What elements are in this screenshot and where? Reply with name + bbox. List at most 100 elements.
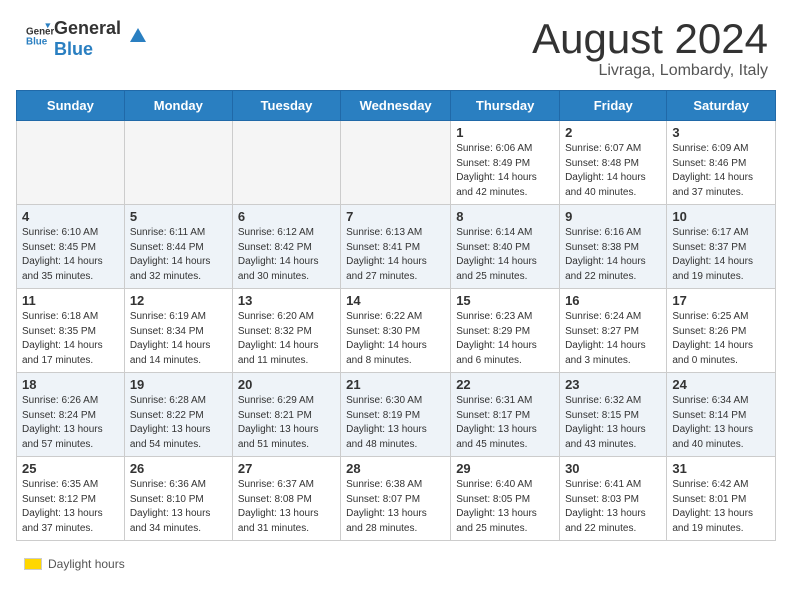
- day-number: 19: [130, 377, 227, 392]
- day-info: Sunrise: 6:22 AMSunset: 8:30 PMDaylight:…: [346, 310, 445, 368]
- calendar-day-cell: [232, 121, 340, 205]
- day-info: Sunrise: 6:13 AMSunset: 8:41 PMDaylight:…: [346, 226, 445, 284]
- day-number: 22: [456, 377, 554, 392]
- calendar-week-row: 18 Sunrise: 6:26 AMSunset: 8:24 PMDayligh…: [17, 373, 776, 457]
- day-info: Sunrise: 6:26 AMSunset: 8:24 PMDaylight:…: [22, 394, 119, 452]
- day-info: Sunrise: 6:17 AMSunset: 8:37 PMDaylight:…: [672, 226, 770, 284]
- calendar-header-row: SundayMondayTuesdayWednesdayThursdayFrid…: [17, 91, 776, 121]
- day-number: 29: [456, 461, 554, 476]
- day-number: 13: [238, 293, 335, 308]
- calendar-day-cell: [124, 121, 232, 205]
- day-info: Sunrise: 6:34 AMSunset: 8:14 PMDaylight:…: [672, 394, 770, 452]
- day-info: Sunrise: 6:40 AMSunset: 8:05 PMDaylight:…: [456, 478, 554, 536]
- svg-text:Blue: Blue: [26, 37, 48, 48]
- weekday-header-cell: Monday: [124, 91, 232, 121]
- day-number: 6: [238, 209, 335, 224]
- day-info: Sunrise: 6:06 AMSunset: 8:49 PMDaylight:…: [456, 142, 554, 200]
- calendar-day-cell: 8 Sunrise: 6:14 AMSunset: 8:40 PMDaylight…: [451, 205, 560, 289]
- day-number: 23: [565, 377, 661, 392]
- calendar-body: 1Sunrise: 6:06 AMSunset: 8:49 PMDaylight…: [17, 121, 776, 541]
- day-number: 21: [346, 377, 445, 392]
- calendar-week-row: 25Sunrise: 6:35 AMSunset: 8:12 PMDayligh…: [17, 457, 776, 541]
- calendar-day-cell: 2 Sunrise: 6:07 AMSunset: 8:48 PMDaylight…: [560, 121, 667, 205]
- calendar-day-cell: [341, 121, 451, 205]
- day-number: 4: [22, 209, 119, 224]
- calendar-day-cell: 28Sunrise: 6:38 AMSunset: 8:07 PMDayligh…: [341, 457, 451, 541]
- day-info: Sunrise: 6:16 AMSunset: 8:38 PMDaylight:…: [565, 226, 661, 284]
- day-info: Sunrise: 6:11 AMSunset: 8:44 PMDaylight:…: [130, 226, 227, 284]
- legend: Daylight hours: [0, 549, 792, 579]
- day-info: Sunrise: 6:37 AMSunset: 8:08 PMDaylight:…: [238, 478, 335, 536]
- day-number: 12: [130, 293, 227, 308]
- day-number: 16: [565, 293, 661, 308]
- day-number: 5: [130, 209, 227, 224]
- day-number: 11: [22, 293, 119, 308]
- calendar-day-cell: 14Sunrise: 6:22 AMSunset: 8:30 PMDayligh…: [341, 289, 451, 373]
- weekday-header-cell: Saturday: [667, 91, 776, 121]
- calendar-day-cell: 3Sunrise: 6:09 AMSunset: 8:46 PMDaylight…: [667, 121, 776, 205]
- calendar-day-cell: 16 Sunrise: 6:24 AMSunset: 8:27 PMDayligh…: [560, 289, 667, 373]
- calendar-day-cell: 9 Sunrise: 6:16 AMSunset: 8:38 PMDaylight…: [560, 205, 667, 289]
- calendar-day-cell: 25Sunrise: 6:35 AMSunset: 8:12 PMDayligh…: [17, 457, 125, 541]
- day-info: Sunrise: 6:12 AMSunset: 8:42 PMDaylight:…: [238, 226, 335, 284]
- day-info: Sunrise: 6:20 AMSunset: 8:32 PMDaylight:…: [238, 310, 335, 368]
- day-info: Sunrise: 6:24 AMSunset: 8:27 PMDaylight:…: [565, 310, 661, 368]
- legend-label: Daylight hours: [48, 557, 125, 571]
- day-info: Sunrise: 6:18 AMSunset: 8:35 PMDaylight:…: [22, 310, 119, 368]
- calendar-day-cell: 12 Sunrise: 6:19 AMSunset: 8:34 PMDayligh…: [124, 289, 232, 373]
- day-number: 8: [456, 209, 554, 224]
- day-info: Sunrise: 6:35 AMSunset: 8:12 PMDaylight:…: [22, 478, 119, 536]
- calendar-day-cell: 20 Sunrise: 6:29 AMSunset: 8:21 PMDayligh…: [232, 373, 340, 457]
- day-info: Sunrise: 6:41 AMSunset: 8:03 PMDaylight:…: [565, 478, 661, 536]
- month-title: August 2024: [532, 18, 768, 60]
- day-info: Sunrise: 6:36 AMSunset: 8:10 PMDaylight:…: [130, 478, 227, 536]
- calendar-day-cell: 10 Sunrise: 6:17 AMSunset: 8:37 PMDayligh…: [667, 205, 776, 289]
- day-info: Sunrise: 6:32 AMSunset: 8:15 PMDaylight:…: [565, 394, 661, 452]
- calendar-day-cell: 23 Sunrise: 6:32 AMSunset: 8:15 PMDayligh…: [560, 373, 667, 457]
- day-number: 24: [672, 377, 770, 392]
- weekday-header-cell: Wednesday: [341, 91, 451, 121]
- calendar-day-cell: 4 Sunrise: 6:10 AMSunset: 8:45 PMDaylight…: [17, 205, 125, 289]
- calendar-day-cell: 26Sunrise: 6:36 AMSunset: 8:10 PMDayligh…: [124, 457, 232, 541]
- day-info: Sunrise: 6:29 AMSunset: 8:21 PMDaylight:…: [238, 394, 335, 452]
- calendar-day-cell: 11 Sunrise: 6:18 AMSunset: 8:35 PMDayligh…: [17, 289, 125, 373]
- calendar-day-cell: [17, 121, 125, 205]
- day-number: 17: [672, 293, 770, 308]
- day-info: Sunrise: 6:10 AMSunset: 8:45 PMDaylight:…: [22, 226, 119, 284]
- day-number: 31: [672, 461, 770, 476]
- calendar-day-cell: 1Sunrise: 6:06 AMSunset: 8:49 PMDaylight…: [451, 121, 560, 205]
- calendar-table: SundayMondayTuesdayWednesdayThursdayFrid…: [16, 90, 776, 541]
- calendar-day-cell: 30 Sunrise: 6:41 AMSunset: 8:03 PMDayligh…: [560, 457, 667, 541]
- day-number: 20: [238, 377, 335, 392]
- calendar-wrapper: SundayMondayTuesdayWednesdayThursdayFrid…: [0, 90, 792, 549]
- weekday-header-cell: Tuesday: [232, 91, 340, 121]
- location: Livraga, Lombardy, Italy: [532, 62, 768, 80]
- day-number: 10: [672, 209, 770, 224]
- day-info: Sunrise: 6:28 AMSunset: 8:22 PMDaylight:…: [130, 394, 227, 452]
- day-info: Sunrise: 6:31 AMSunset: 8:17 PMDaylight:…: [456, 394, 554, 452]
- day-info: Sunrise: 6:14 AMSunset: 8:40 PMDaylight:…: [456, 226, 554, 284]
- day-number: 9: [565, 209, 661, 224]
- day-number: 27: [238, 461, 335, 476]
- calendar-day-cell: 5 Sunrise: 6:11 AMSunset: 8:44 PMDaylight…: [124, 205, 232, 289]
- calendar-week-row: 1Sunrise: 6:06 AMSunset: 8:49 PMDaylight…: [17, 121, 776, 205]
- legend-box: [24, 558, 42, 570]
- day-info: Sunrise: 6:07 AMSunset: 8:48 PMDaylight:…: [565, 142, 661, 200]
- calendar-week-row: 11 Sunrise: 6:18 AMSunset: 8:35 PMDayligh…: [17, 289, 776, 373]
- day-info: Sunrise: 6:19 AMSunset: 8:34 PMDaylight:…: [130, 310, 227, 368]
- day-number: 18: [22, 377, 119, 392]
- calendar-day-cell: 29 Sunrise: 6:40 AMSunset: 8:05 PMDayligh…: [451, 457, 560, 541]
- day-info: Sunrise: 6:30 AMSunset: 8:19 PMDaylight:…: [346, 394, 445, 452]
- day-info: Sunrise: 6:09 AMSunset: 8:46 PMDaylight:…: [672, 142, 770, 200]
- day-info: Sunrise: 6:42 AMSunset: 8:01 PMDaylight:…: [672, 478, 770, 536]
- day-number: 15: [456, 293, 554, 308]
- calendar-day-cell: 19 Sunrise: 6:28 AMSunset: 8:22 PMDayligh…: [124, 373, 232, 457]
- day-number: 30: [565, 461, 661, 476]
- day-number: 2: [565, 125, 661, 140]
- day-number: 7: [346, 209, 445, 224]
- day-info: Sunrise: 6:38 AMSunset: 8:07 PMDaylight:…: [346, 478, 445, 536]
- calendar-day-cell: 27 Sunrise: 6:37 AMSunset: 8:08 PMDayligh…: [232, 457, 340, 541]
- calendar-day-cell: 13 Sunrise: 6:20 AMSunset: 8:32 PMDayligh…: [232, 289, 340, 373]
- calendar-day-cell: 22 Sunrise: 6:31 AMSunset: 8:17 PMDayligh…: [451, 373, 560, 457]
- calendar-day-cell: 15Sunrise: 6:23 AMSunset: 8:29 PMDayligh…: [451, 289, 560, 373]
